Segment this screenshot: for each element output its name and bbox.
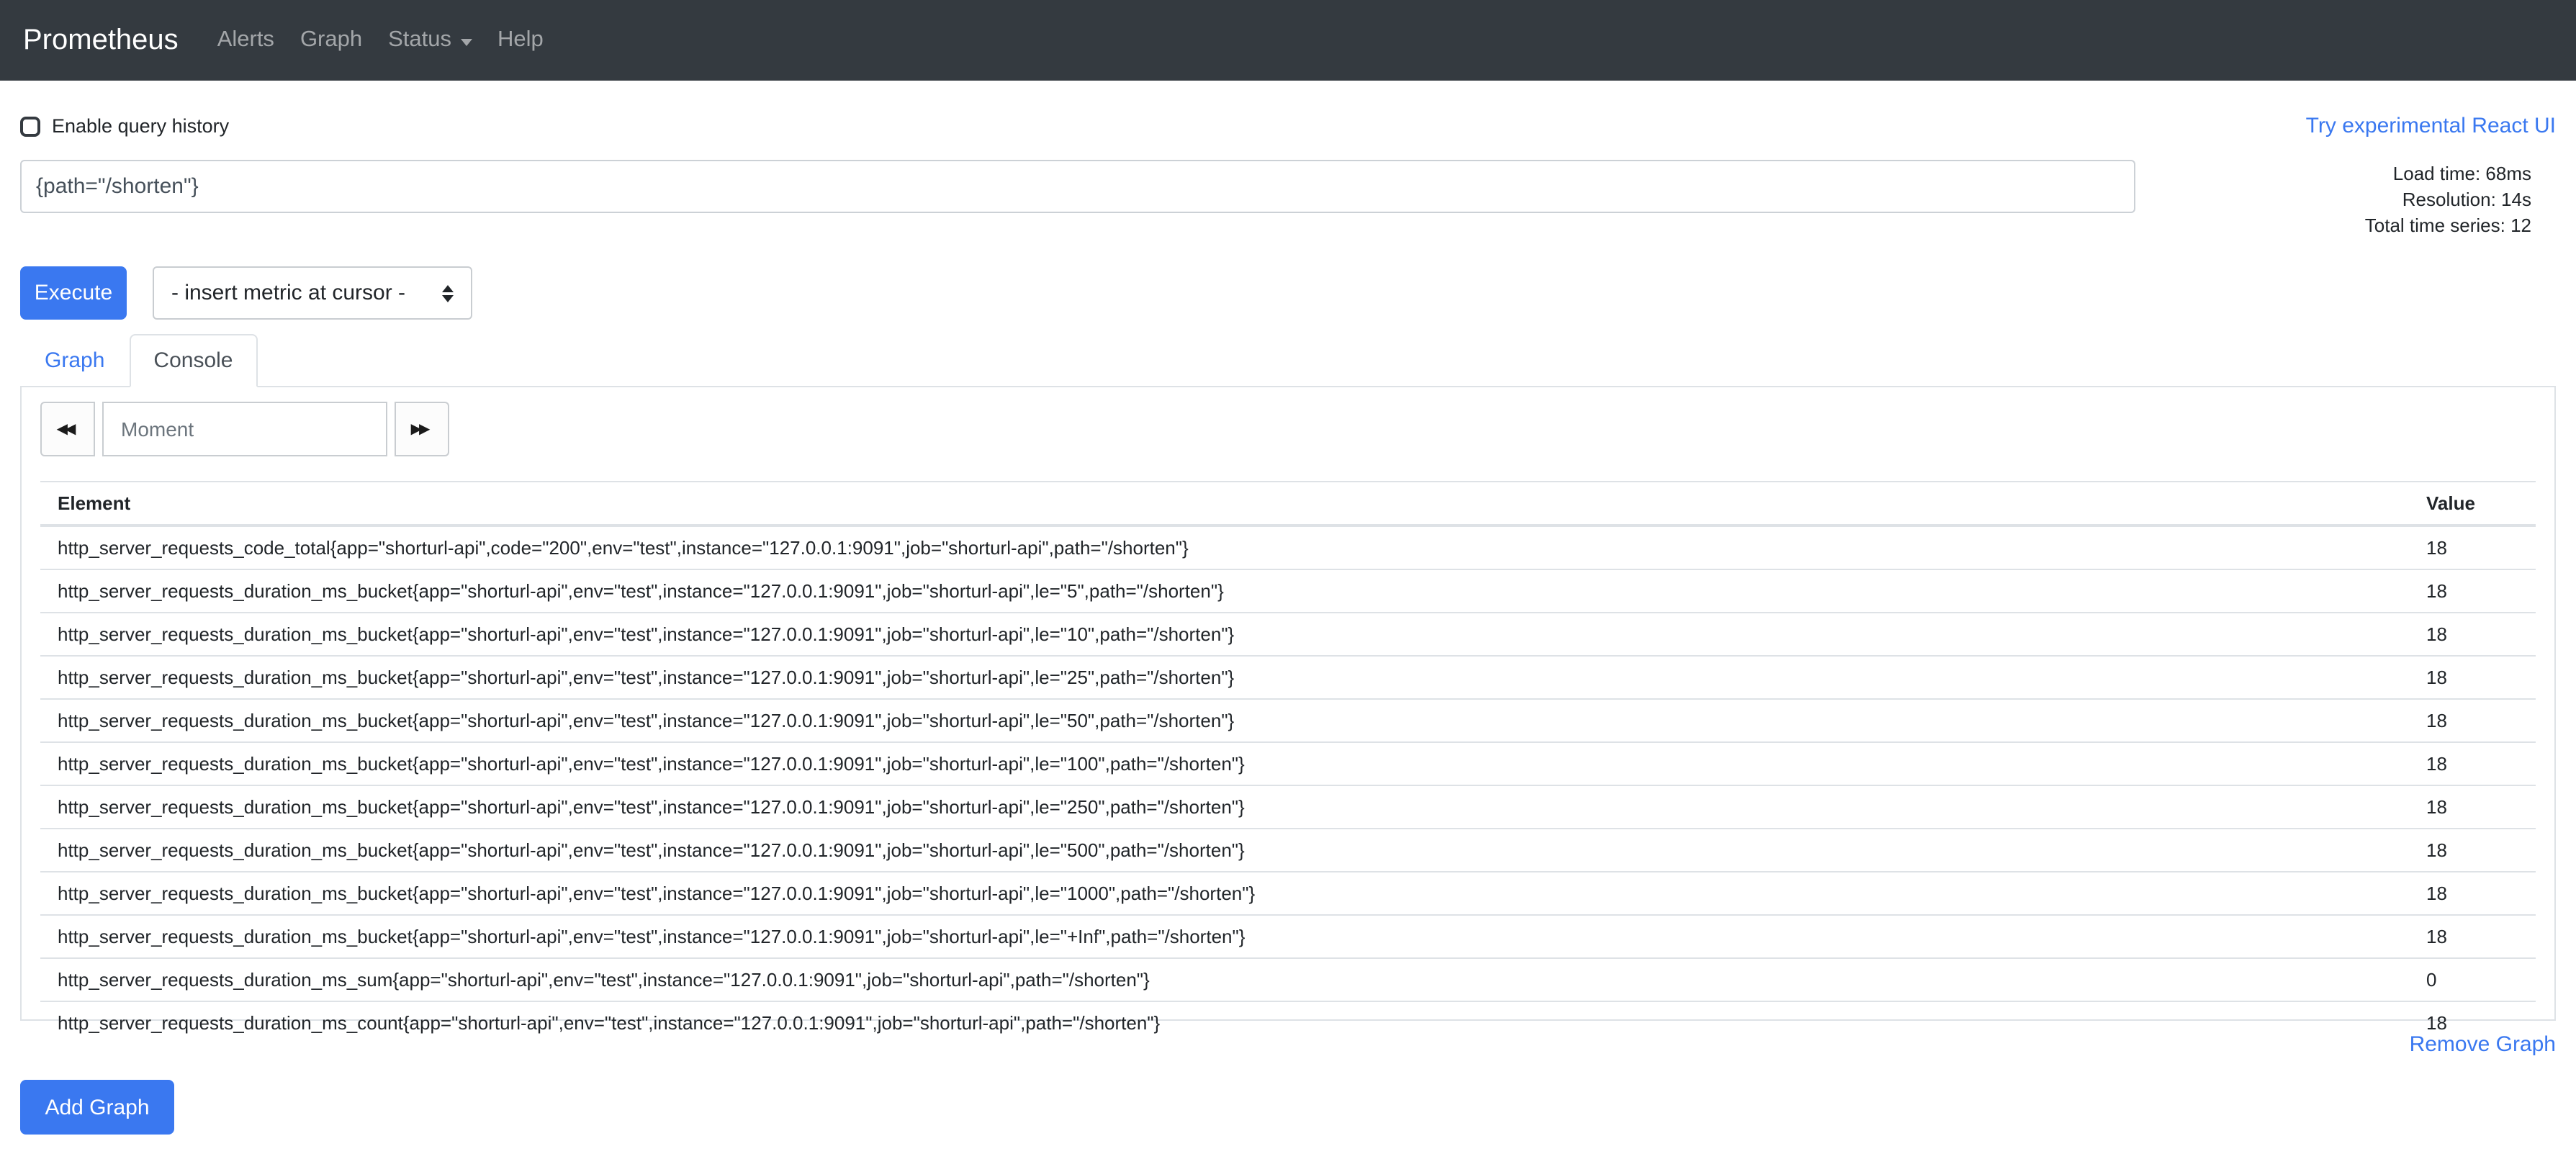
resolution-stat: Resolution: 14s <box>2135 187 2531 213</box>
nav-item-help[interactable]: Help <box>485 16 557 65</box>
graph-console-tabs: Graph Console <box>20 334 2556 387</box>
table-row: http_server_requests_duration_ms_bucket{… <box>40 742 2536 785</box>
load-time-stat: Load time: 68ms <box>2135 161 2531 187</box>
react-ui-link[interactable]: Try experimental React UI <box>2306 114 2556 138</box>
table-row: http_server_requests_duration_ms_bucket{… <box>40 613 2536 656</box>
element-column-header: Element <box>40 482 2409 526</box>
element-cell: http_server_requests_code_total{app="sho… <box>40 526 2409 569</box>
value-cell: 18 <box>2409 569 2536 613</box>
table-row: http_server_requests_duration_ms_bucket{… <box>40 829 2536 872</box>
results-table: Element Value http_server_requests_code_… <box>40 481 2536 1044</box>
value-column-header: Value <box>2409 482 2536 526</box>
element-cell: http_server_requests_duration_ms_bucket{… <box>40 915 2409 958</box>
console-panel: ◀◀ ▶▶ Element Value <box>20 387 2556 1021</box>
nav-item-alerts[interactable]: Alerts <box>204 16 287 65</box>
nav-item-status[interactable]: Status <box>375 16 485 65</box>
remove-graph-row: Remove Graph <box>20 1032 2556 1058</box>
value-cell: 18 <box>2409 656 2536 699</box>
value-cell: 18 <box>2409 915 2536 958</box>
main-content: Enable query history Try experimental Re… <box>0 114 2576 1135</box>
fast-forward-icon: ▶▶ <box>411 421 428 437</box>
history-row: Enable query history Try experimental Re… <box>20 114 2556 138</box>
value-cell: 18 <box>2409 613 2536 656</box>
execute-row: Execute - insert metric at cursor - <box>20 266 2556 320</box>
value-cell: 18 <box>2409 785 2536 829</box>
enable-query-history-control: Enable query history <box>20 115 229 137</box>
value-cell: 18 <box>2409 872 2536 915</box>
top-navbar: Prometheus Alerts Graph Status Help <box>0 0 2576 81</box>
enable-query-history-checkbox[interactable] <box>20 116 40 136</box>
table-row: http_server_requests_duration_ms_bucket{… <box>40 569 2536 613</box>
remove-graph-link[interactable]: Remove Graph <box>2410 1032 2556 1057</box>
tab-graph[interactable]: Graph <box>20 334 129 387</box>
table-row: http_server_requests_duration_ms_bucket{… <box>40 656 2536 699</box>
table-row: http_server_requests_duration_ms_bucket{… <box>40 872 2536 915</box>
nav-item-status-label: Status <box>388 27 451 53</box>
element-cell: http_server_requests_duration_ms_bucket{… <box>40 613 2409 656</box>
element-cell: http_server_requests_duration_ms_bucket{… <box>40 785 2409 829</box>
add-graph-button[interactable]: Add Graph <box>20 1080 174 1135</box>
prometheus-app: Prometheus Alerts Graph Status Help Enab… <box>0 0 2576 1159</box>
query-stats: Load time: 68ms Resolution: 14s Total ti… <box>2135 160 2556 239</box>
brand-prometheus[interactable]: Prometheus <box>23 24 179 57</box>
query-input[interactable] <box>20 160 2135 213</box>
value-cell: 18 <box>2409 829 2536 872</box>
execute-button[interactable]: Execute <box>20 266 127 320</box>
caret-down-icon <box>460 38 472 45</box>
rewind-icon: ◀◀ <box>57 421 73 437</box>
moment-input[interactable] <box>102 402 387 456</box>
insert-metric-select[interactable]: - insert metric at cursor - <box>153 266 472 320</box>
element-cell: http_server_requests_duration_ms_bucket{… <box>40 656 2409 699</box>
fast-forward-button[interactable]: ▶▶ <box>395 402 449 456</box>
rewind-button[interactable]: ◀◀ <box>40 402 95 456</box>
table-row: http_server_requests_code_total{app="sho… <box>40 526 2536 569</box>
value-cell: 18 <box>2409 699 2536 742</box>
moment-controls: ◀◀ ▶▶ <box>40 402 2536 456</box>
value-cell: 0 <box>2409 958 2536 1001</box>
insert-metric-select-label: - insert metric at cursor - <box>171 281 405 305</box>
element-cell: http_server_requests_duration_ms_bucket{… <box>40 742 2409 785</box>
query-row: Load time: 68ms Resolution: 14s Total ti… <box>20 160 2556 239</box>
total-time-series-stat: Total time series: 12 <box>2135 213 2531 239</box>
table-row: http_server_requests_duration_ms_bucket{… <box>40 915 2536 958</box>
element-cell: http_server_requests_duration_ms_bucket{… <box>40 872 2409 915</box>
element-cell: http_server_requests_duration_ms_bucket{… <box>40 569 2409 613</box>
tab-console[interactable]: Console <box>129 334 257 387</box>
element-cell: http_server_requests_duration_ms_bucket{… <box>40 829 2409 872</box>
table-row: http_server_requests_duration_ms_sum{app… <box>40 958 2536 1001</box>
nav-item-graph[interactable]: Graph <box>287 16 375 65</box>
table-row: http_server_requests_duration_ms_bucket{… <box>40 699 2536 742</box>
value-cell: 18 <box>2409 742 2536 785</box>
element-cell: http_server_requests_duration_ms_sum{app… <box>40 958 2409 1001</box>
element-cell: http_server_requests_duration_ms_bucket{… <box>40 699 2409 742</box>
table-header-row: Element Value <box>40 482 2536 526</box>
table-row: http_server_requests_duration_ms_bucket{… <box>40 785 2536 829</box>
value-cell: 18 <box>2409 526 2536 569</box>
select-arrows-icon <box>442 284 454 302</box>
enable-query-history-label: Enable query history <box>52 115 229 137</box>
